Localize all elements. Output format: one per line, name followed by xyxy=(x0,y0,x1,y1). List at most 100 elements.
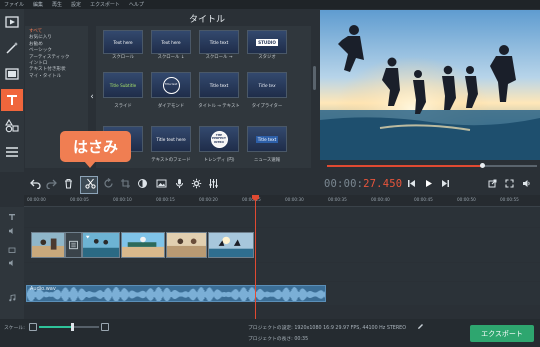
tooltip-text: はさみ xyxy=(72,138,118,156)
ruler-label: 00:00:10 xyxy=(113,197,132,202)
video-clip[interactable] xyxy=(31,232,65,258)
video-clip[interactable] xyxy=(208,232,254,258)
equalizer-icon xyxy=(209,179,218,188)
menu-export[interactable]: エクスポート xyxy=(90,1,120,8)
microphone-icon xyxy=(176,179,183,188)
title-thumbnail[interactable]: Text here xyxy=(151,30,191,54)
volume-button[interactable] xyxy=(519,176,534,191)
menu-edit[interactable]: 編集 xyxy=(33,1,43,8)
menu-playback[interactable]: 再生 xyxy=(52,1,62,8)
title-label: テキストのフェード xyxy=(151,158,191,163)
scissors-tooltip: はさみ xyxy=(60,131,131,162)
badge-circle: THE PERFECT INTRO xyxy=(210,130,228,148)
media-import-icon[interactable] xyxy=(1,11,23,33)
preview-seekbar[interactable] xyxy=(327,163,537,168)
audio-clip[interactable] xyxy=(26,285,326,302)
previous-button[interactable] xyxy=(404,176,419,191)
gear-icon xyxy=(191,178,202,189)
undo-button[interactable] xyxy=(28,176,43,191)
audio-clip-name: Audio.wav xyxy=(30,286,56,292)
magic-wand-icon[interactable] xyxy=(1,37,23,59)
ruler-label: 00:00:50 xyxy=(457,197,476,202)
title-label: タイプライター xyxy=(251,104,283,109)
title-label: スライド xyxy=(114,104,132,109)
title-thumbnail[interactable]: Title text here xyxy=(151,126,191,152)
ruler-label: 00:00:30 xyxy=(285,197,304,202)
zoom-out-button[interactable] xyxy=(29,323,37,331)
clip-settings-button[interactable] xyxy=(189,176,204,191)
title-thumbnail[interactable]: Text here xyxy=(103,30,143,54)
record-audio-button[interactable] xyxy=(172,176,187,191)
project-length: プロジェクトの長さ: 00:35 xyxy=(248,337,309,342)
title-thumbnail[interactable]: Title text xyxy=(199,72,239,98)
zoom-in-button[interactable] xyxy=(101,323,109,331)
mute-track-icon[interactable] xyxy=(7,226,17,236)
clip-thumbnail xyxy=(83,233,119,257)
menu-file[interactable]: ファイル xyxy=(4,1,24,8)
timecode-main: 00:00: xyxy=(324,178,364,190)
badge-circle: Title text xyxy=(162,76,180,94)
thumb-text: Title text xyxy=(209,39,229,45)
export-button[interactable]: エクスポート xyxy=(470,325,534,342)
rotate-button[interactable] xyxy=(101,176,116,191)
play-icon xyxy=(426,180,432,187)
time-ruler[interactable]: 00:00:00 00:00:05 00:00:10 00:00:15 00:0… xyxy=(24,195,540,207)
equalizer-button[interactable] xyxy=(206,176,221,191)
ruler-label: 00:00:55 xyxy=(500,197,519,202)
ruler-label: 00:00:20 xyxy=(199,197,218,202)
title-text-icon[interactable] xyxy=(1,89,23,111)
transition-marker[interactable] xyxy=(65,232,82,258)
video-clip[interactable] xyxy=(121,232,165,258)
insert-media-button[interactable] xyxy=(154,176,169,191)
shapes-icon[interactable] xyxy=(1,115,23,137)
transition-icon xyxy=(69,240,78,250)
title-thumbnail[interactable]: Title tex xyxy=(247,72,287,98)
clip-thumbnail xyxy=(122,233,164,257)
scissors-button[interactable] xyxy=(83,176,98,191)
seek-handle[interactable] xyxy=(479,163,485,168)
skip-back-icon xyxy=(408,180,415,187)
list-icon[interactable] xyxy=(1,141,23,163)
color-adjust-button[interactable] xyxy=(135,176,150,191)
play-button[interactable] xyxy=(421,176,436,191)
tooltip-pointer xyxy=(84,161,96,168)
title-label: スタジオ xyxy=(258,55,276,60)
scrollbar-thumb[interactable] xyxy=(313,66,316,90)
title-thumbnail[interactable]: Title Subtitle xyxy=(103,72,143,98)
crop-button[interactable] xyxy=(118,176,133,191)
title-label: ニュース速報 xyxy=(253,158,281,163)
detach-preview-button[interactable] xyxy=(485,176,500,191)
menu-settings[interactable]: 設定 xyxy=(71,1,81,8)
mute-track-icon[interactable] xyxy=(7,258,17,268)
title-thumbnail[interactable]: Title text xyxy=(151,72,191,98)
next-button[interactable] xyxy=(438,176,453,191)
thumb-text: Title Subtitle xyxy=(109,82,137,88)
title-label: スクロール → xyxy=(205,55,233,60)
delete-button[interactable] xyxy=(61,176,76,191)
title-label: タイトル → テキスト xyxy=(198,104,240,109)
playhead[interactable] xyxy=(255,195,256,319)
redo-icon xyxy=(46,179,57,189)
video-preview xyxy=(320,10,540,160)
redo-button[interactable] xyxy=(44,176,59,191)
title-thumbnail[interactable]: THE PERFECT INTRO xyxy=(199,126,239,152)
clip-filter-icon[interactable] xyxy=(1,63,23,85)
title-thumbnail[interactable]: STUDIO xyxy=(247,30,287,54)
ruler-label: 00:00:35 xyxy=(328,197,347,202)
fullscreen-button[interactable] xyxy=(502,176,517,191)
title-thumbnail[interactable]: Title text xyxy=(199,30,239,54)
project-settings: プロジェクトの設定: 1920x1080 16:9 29.97 FPS, 441… xyxy=(248,326,406,331)
title-thumbnail[interactable]: Title text xyxy=(247,126,287,152)
fullscreen-icon xyxy=(505,179,514,188)
title-track[interactable] xyxy=(24,207,540,227)
pencil-icon[interactable] xyxy=(417,323,424,330)
menu-help[interactable]: ヘルプ xyxy=(129,1,144,8)
gallery-scrollbar[interactable] xyxy=(311,26,318,168)
zoom-slider-handle[interactable] xyxy=(70,323,74,331)
video-clip[interactable] xyxy=(82,232,120,258)
effects-track[interactable] xyxy=(24,263,540,281)
video-clip[interactable] xyxy=(166,232,207,258)
preview-image xyxy=(320,10,540,160)
category-item[interactable]: マイ・タイトル xyxy=(29,74,84,80)
track-headers xyxy=(0,207,24,319)
